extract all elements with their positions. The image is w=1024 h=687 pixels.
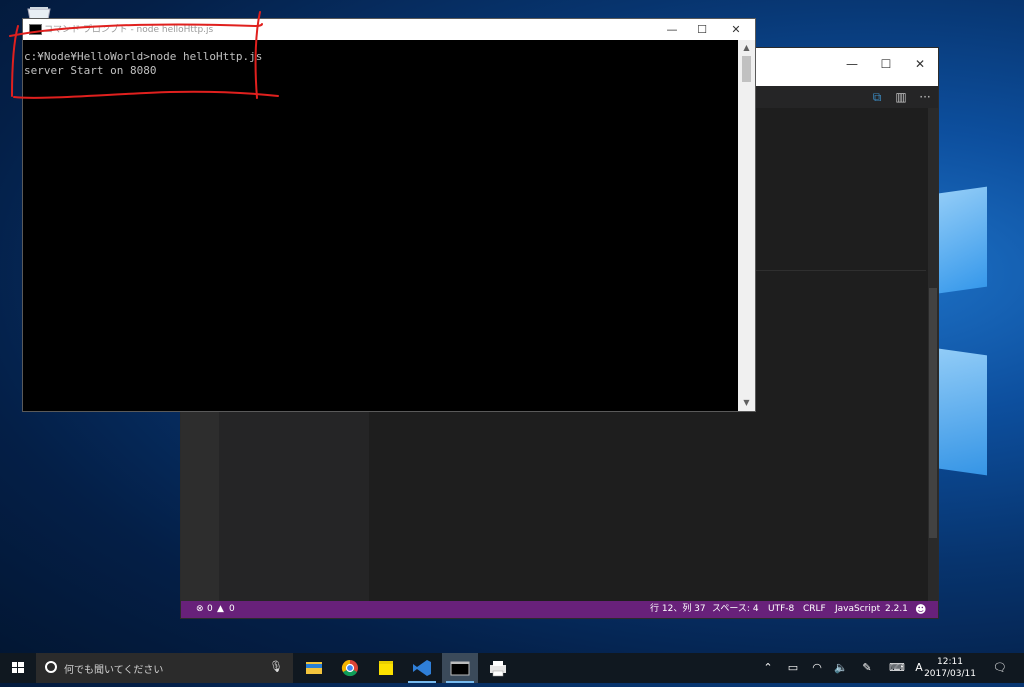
cmd-console-output[interactable]: c:¥Node¥HelloWorld>node helloHttp.js ser… <box>23 40 738 411</box>
touch-keyboard-icon[interactable]: ⌨ <box>886 653 908 683</box>
file-explorer-icon[interactable] <box>296 653 332 683</box>
minimize-button[interactable]: — <box>657 20 687 39</box>
wallpaper-windows-logo <box>935 180 1024 510</box>
feedback-smiley-icon[interactable]: ☻ <box>915 601 926 618</box>
scroll-up-icon[interactable]: ▲ <box>738 41 755 55</box>
action-center-icon[interactable]: 🗨 <box>990 653 1010 683</box>
warning-count[interactable]: 0 <box>229 601 235 618</box>
warning-icon[interactable]: ▲ <box>217 601 224 618</box>
error-count[interactable]: 0 <box>207 601 213 618</box>
split-editor-icon[interactable]: ▥ <box>893 89 909 105</box>
volume-icon[interactable]: 🔈 <box>832 653 850 683</box>
language-mode[interactable]: JavaScript <box>835 601 880 618</box>
taskbar-search-box[interactable]: 何でも聞いてください 🎙 <box>36 653 293 683</box>
cmd-line: server Start on 8080 <box>24 64 157 77</box>
cursor-position[interactable]: 行 12、列 37 <box>650 601 706 618</box>
vscode-status-bar: ⊗ 0 ▲ 0 行 12、列 37 スペース: 4 UTF-8 CRLF Jav… <box>181 601 938 618</box>
open-changes-icon[interactable]: ⧉ <box>869 89 885 105</box>
cmd-app-icon[interactable] <box>29 24 42 35</box>
more-actions-icon[interactable]: ··· <box>917 89 933 105</box>
taskbar-clock[interactable]: 12:11 2017/03/11 <box>924 656 976 680</box>
printer-icon[interactable] <box>480 653 516 683</box>
taskbar: 何でも聞いてください 🎙 ⌃ ▭ ◠ 🔈 ✎ ⌨ A 12:11 2017/03… <box>0 653 1024 683</box>
command-prompt-window[interactable]: コマンド プロンプト - node helloHttp.js — ☐ ✕ c:¥… <box>23 19 755 411</box>
cmd-scrollbar[interactable]: ▲ ▼ <box>738 40 755 411</box>
maximize-button[interactable]: ☐ <box>687 20 717 39</box>
command-prompt-icon[interactable] <box>442 653 478 683</box>
typescript-version[interactable]: 2.2.1 <box>885 601 908 618</box>
battery-icon[interactable]: ▭ <box>784 653 802 683</box>
vscode-scrollbar[interactable] <box>928 108 938 601</box>
scrollbar-thumb[interactable] <box>929 288 937 538</box>
indentation[interactable]: スペース: 4 <box>712 601 759 618</box>
search-placeholder: 何でも聞いてください <box>64 665 164 676</box>
scrollbar-thumb[interactable] <box>742 56 751 82</box>
close-button[interactable]: ✕ <box>721 20 751 39</box>
vscode-icon[interactable] <box>404 653 440 683</box>
minimize-button[interactable]: — <box>835 54 869 74</box>
errors-icon[interactable]: ⊗ <box>196 601 204 618</box>
wifi-icon[interactable]: ◠ <box>808 653 826 683</box>
windows-start-icon <box>12 662 24 673</box>
encoding[interactable]: UTF-8 <box>768 601 794 618</box>
maximize-button[interactable]: ☐ <box>869 54 903 74</box>
clock-time: 12:11 <box>937 657 963 667</box>
cmd-line: c:¥Node¥HelloWorld>node helloHttp.js <box>24 50 263 63</box>
microphone-icon[interactable]: 🎙 <box>269 660 283 673</box>
cortana-icon <box>45 661 57 673</box>
cmd-window-title: コマンド プロンプト - node helloHttp.js <box>44 25 214 35</box>
show-hidden-icons-icon[interactable]: ⌃ <box>760 653 776 683</box>
scroll-down-icon[interactable]: ▼ <box>738 396 755 410</box>
line-ending[interactable]: CRLF <box>803 601 826 618</box>
close-button[interactable]: ✕ <box>903 54 937 74</box>
pen-icon[interactable]: ✎ <box>858 653 876 683</box>
start-button[interactable] <box>0 653 36 683</box>
clock-date: 2017/03/11 <box>924 669 976 679</box>
cmd-titlebar[interactable]: コマンド プロンプト - node helloHttp.js — ☐ ✕ <box>23 19 755 40</box>
sticky-notes-icon[interactable] <box>368 653 404 683</box>
chrome-icon[interactable] <box>332 653 368 683</box>
